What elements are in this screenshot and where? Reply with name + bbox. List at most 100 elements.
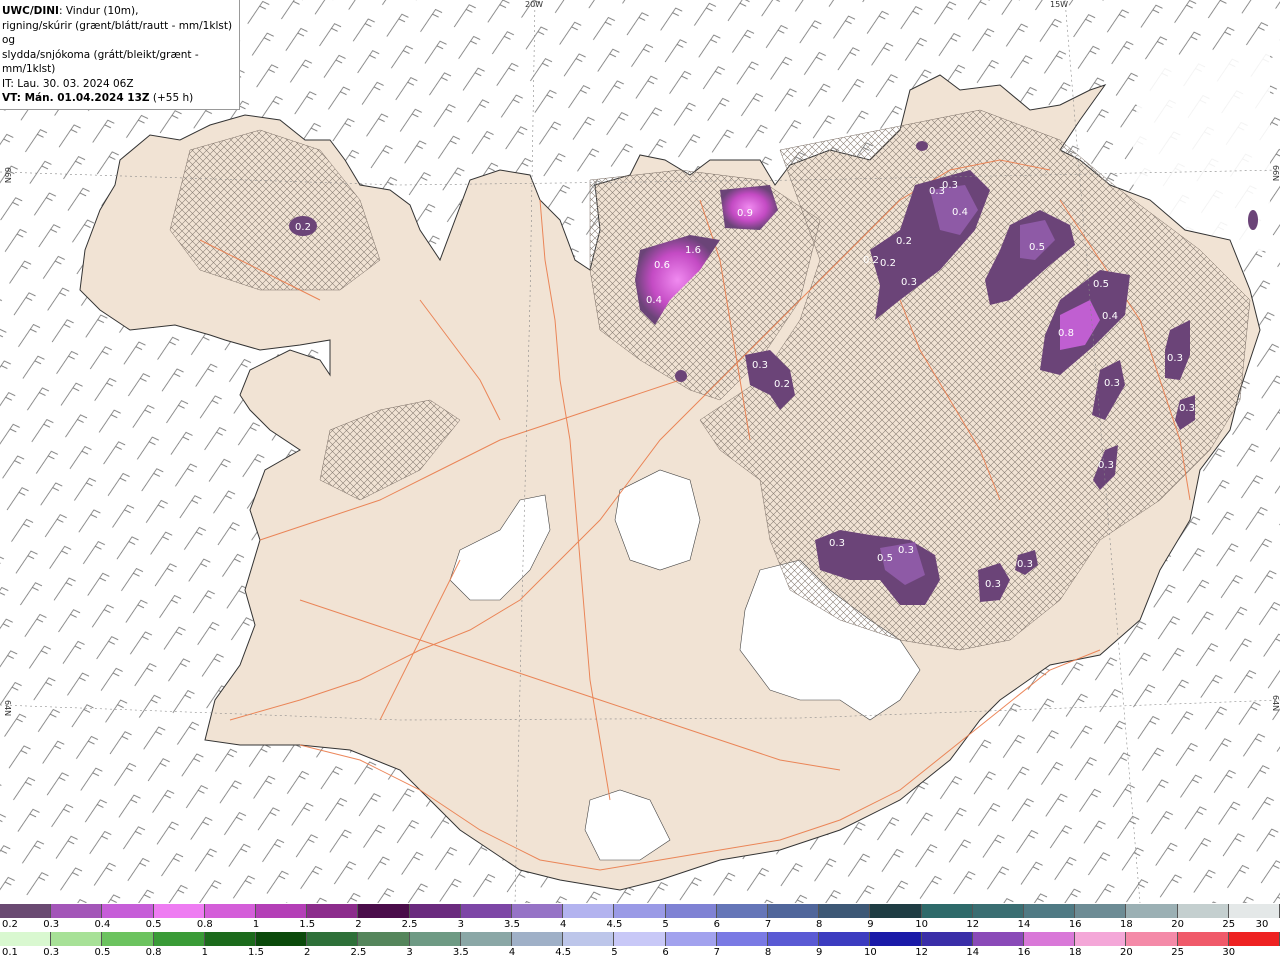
precip-label: 0.3 <box>1017 559 1033 570</box>
legend-rain-swatch <box>0 932 52 946</box>
precip-label: 0.4 <box>952 207 968 218</box>
legend-snow-label: 12 <box>966 919 980 930</box>
legend-rain-swatch <box>204 932 257 946</box>
precip-label: 0.3 <box>898 545 914 556</box>
valid-time: VT: Mán. 01.04.2024 13Z <box>2 92 150 104</box>
legend-snow-swatch <box>1075 904 1127 918</box>
lat-label-right-64n: 64N <box>1271 695 1280 712</box>
legend-rain-swatch <box>1228 932 1280 946</box>
legend-snow-swatch <box>409 904 461 918</box>
precip-label: 0.3 <box>901 277 917 288</box>
legend-rain-swatch <box>256 932 308 946</box>
legend-snow-label: 4.5 <box>606 919 623 930</box>
precip-label: 0.2 <box>295 222 311 233</box>
legend-rain-label: 0.3 <box>43 947 60 958</box>
legend-rain-label: 7 <box>713 947 720 958</box>
init-time: IT: Lau. 30. 03. 2024 06Z <box>2 77 134 90</box>
precip-label: 0.3 <box>1098 460 1114 471</box>
precip-label: 1.6 <box>685 245 701 256</box>
precip-label: 0.2 <box>863 255 879 266</box>
legend-rain-swatch <box>1177 932 1229 946</box>
legend-snow-label: 0.2 <box>2 919 18 930</box>
legend-rain-label: 0.5 <box>94 947 111 958</box>
legend-snow-label: 1.5 <box>299 919 316 930</box>
legend-snow-label: 3 <box>457 919 464 930</box>
legend-snow-swatch <box>819 904 871 918</box>
legend-rain-label: 30 <box>1222 947 1236 958</box>
legend-rain-label: 20 <box>1120 947 1133 958</box>
legend-rain-swatch <box>614 932 666 946</box>
legend-rain-swatch <box>307 932 359 946</box>
legend-rain-label: 0.1 <box>2 947 18 958</box>
legend-snow-label: 20 <box>1171 919 1184 930</box>
legend-rain-label: 9 <box>816 947 823 958</box>
legend-snow-label: 3.5 <box>504 919 520 930</box>
lat-label-right-66n: 66N <box>1271 165 1280 182</box>
legend-rain-label: 4 <box>508 947 516 958</box>
legend-rain-label: 2 <box>304 947 311 958</box>
legend-snow-swatch <box>614 904 666 918</box>
legend-rain-label: 2.5 <box>350 947 367 958</box>
legend-rain-swatch <box>460 932 513 946</box>
legend-rain-swatch <box>1024 932 1076 946</box>
legend-rain-swatch <box>665 932 717 946</box>
legend-snow-swatch <box>256 904 308 918</box>
legend-snow-label: 0.5 <box>145 919 162 930</box>
precip-label: 0.3 <box>752 360 768 371</box>
valid-time-offset: (+55 h) <box>149 92 194 104</box>
lat-label-left-64n: 64N <box>3 700 12 717</box>
precip-label: 0.3 <box>985 579 1001 590</box>
legend-rain-swatch <box>1126 932 1178 946</box>
legend-snow-label: 14 <box>1017 919 1031 930</box>
legend-snow-label: 30 <box>1255 919 1269 930</box>
precip-label: 0.2 <box>880 258 896 269</box>
legend-rain-swatch <box>819 932 871 946</box>
precip-label: 0.3 <box>1179 403 1195 414</box>
legend-snow-label: 16 <box>1068 919 1082 930</box>
precip-label: 0.9 <box>737 208 753 219</box>
legend-snow-swatch <box>358 904 410 918</box>
precip-label: 0.3 <box>829 538 845 549</box>
legend-snow-label: 6 <box>713 919 720 930</box>
legend-rain-label: 5 <box>611 947 618 958</box>
title-line3: slydda/snjókoma (grátt/bleikt/grænt - mm… <box>2 48 199 76</box>
precip-label: 0.5 <box>877 553 893 564</box>
legend-snow-label: 1 <box>252 919 260 930</box>
legend-rain-bar <box>0 932 1280 946</box>
legend-snow-label: 5 <box>662 919 669 930</box>
legend-rain-label: 8 <box>764 947 772 958</box>
precip-label: 0.3 <box>929 186 945 197</box>
precip-label: 0.5 <box>1029 242 1045 253</box>
title-line1: : Vindur (10m), <box>58 5 139 17</box>
legend-rain-labels: 0.1 0.3 0.5 0.8 1 1.5 2 2.5 3 3.5 4 4.5 5 6 7 8 9 10 12 14 1… <box>0 947 1280 959</box>
legend-snow-label: 0.3 <box>43 919 60 930</box>
legend-snow-bar <box>0 904 1280 918</box>
legend-snow-swatch <box>51 904 103 918</box>
legend-snow-label: 0.8 <box>196 919 213 930</box>
legend-rain-swatch <box>716 932 769 946</box>
precip-label: 0.3 <box>1167 353 1183 364</box>
legend-snow-label: 4 <box>560 919 567 930</box>
legend-snow-swatch <box>972 904 1025 918</box>
legend-snow-swatch <box>716 904 769 918</box>
legend-snow-swatch <box>307 904 359 918</box>
legend-snow-label: 25 <box>1222 919 1236 930</box>
legend-rain-label: 1.5 <box>248 947 264 958</box>
legend-rain-swatch <box>563 932 615 946</box>
legend-rain-label: 18 <box>1068 947 1082 958</box>
legend-rain-label: 1 <box>201 947 208 958</box>
precip-label: 0.8 <box>1058 328 1074 339</box>
legend-rain-label: 14 <box>966 947 980 958</box>
legend-snow-label: 8 <box>816 919 823 930</box>
title-box: UWC/DINI: Vindur (10m), rigning/skúrir (… <box>0 0 240 110</box>
precip-label: 0.3 <box>1104 378 1120 389</box>
legend-snow-label: 2.5 <box>401 919 418 930</box>
legend-rain-swatch <box>358 932 410 946</box>
legend-rain-label: 12 <box>915 947 928 958</box>
legend-rain-label: 3 <box>406 947 413 958</box>
legend-rain-swatch <box>921 932 973 946</box>
legend-snow-swatch <box>870 904 922 918</box>
legend-rain-swatch <box>870 932 922 946</box>
precip-label: 0.4 <box>1102 311 1118 322</box>
legend-snow-swatch <box>460 904 513 918</box>
